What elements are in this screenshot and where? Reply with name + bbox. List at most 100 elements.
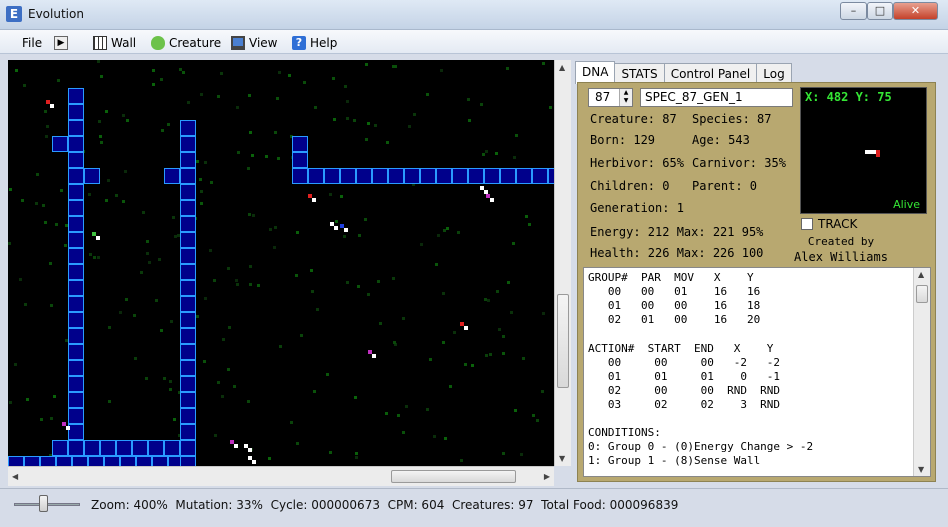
simulation-canvas[interactable] xyxy=(8,60,554,466)
dna-scrollbar[interactable]: ▲ ▼ xyxy=(913,268,930,476)
food-speck xyxy=(344,85,347,88)
world-vscroll-thumb[interactable] xyxy=(557,294,569,388)
food-speck xyxy=(413,113,416,116)
tab-control-panel[interactable]: Control Panel xyxy=(663,63,758,84)
food-speck xyxy=(335,220,338,223)
food-speck xyxy=(495,152,498,155)
track-checkbox[interactable]: TRACK xyxy=(801,217,857,231)
species-name-field[interactable]: SPEC_87_GEN_1 xyxy=(640,88,793,107)
scroll-up-icon[interactable]: ▲ xyxy=(559,63,565,72)
wall-block xyxy=(68,264,84,280)
food-speck xyxy=(200,202,203,205)
food-speck xyxy=(549,106,552,109)
food-speck xyxy=(355,456,358,459)
world-vertical-scrollbar[interactable]: ▲ ▼ xyxy=(554,60,571,466)
food-speck xyxy=(522,357,525,360)
food-speck xyxy=(49,262,52,265)
wall-block xyxy=(180,248,196,264)
food-speck xyxy=(397,414,400,417)
tab-log[interactable]: Log xyxy=(756,63,792,84)
food-speck xyxy=(392,65,395,68)
food-speck xyxy=(510,311,513,314)
food-speck xyxy=(303,81,306,84)
status-bar: Zoom: 400% Mutation: 33% Cycle: 00000067… xyxy=(0,488,948,527)
creature-segment xyxy=(234,444,238,448)
dna-scroll-thumb[interactable] xyxy=(916,285,928,303)
food-speck xyxy=(19,278,22,281)
food-speck xyxy=(100,141,103,144)
food-speck xyxy=(236,106,239,109)
food-speck xyxy=(426,408,429,411)
food-speck xyxy=(277,157,280,160)
world-hscroll-thumb[interactable] xyxy=(391,470,516,483)
tab-dna[interactable]: DNA xyxy=(575,61,616,84)
food-speck xyxy=(467,98,470,101)
menu-view[interactable]: View xyxy=(231,34,277,52)
wall-block xyxy=(356,168,372,184)
wall-block xyxy=(180,328,196,344)
wall-block xyxy=(340,168,356,184)
menu-wall[interactable]: Wall xyxy=(93,34,136,52)
food-speck xyxy=(379,322,382,325)
creature-segment xyxy=(244,444,248,448)
creature-segment xyxy=(46,100,50,104)
food-speck xyxy=(23,84,26,87)
dna-line: GROUP# PAR MOV X Y xyxy=(588,271,754,284)
food-speck xyxy=(393,341,396,344)
track-checkbox-box[interactable] xyxy=(801,218,813,230)
wall-block xyxy=(180,232,196,248)
creature-number-spinner[interactable]: 87 ▲ ▼ xyxy=(588,88,633,107)
food-speck xyxy=(100,75,103,78)
food-speck xyxy=(222,338,225,341)
close-button[interactable]: ✕ xyxy=(893,2,938,20)
wall-block xyxy=(88,456,104,466)
maximize-button[interactable]: □ xyxy=(867,2,893,20)
play-button[interactable]: ▶ xyxy=(54,34,68,52)
wall-block xyxy=(292,136,308,152)
food-speck xyxy=(122,114,125,117)
food-speck xyxy=(248,94,251,97)
food-speck xyxy=(437,234,440,237)
food-speck xyxy=(346,100,349,103)
wall-block xyxy=(500,168,516,184)
dna-scroll-down-icon[interactable]: ▼ xyxy=(918,465,924,474)
zoom-slider-thumb[interactable] xyxy=(39,495,48,512)
wall-block xyxy=(68,424,84,440)
food-speck xyxy=(329,451,332,454)
play-icon: ▶ xyxy=(54,36,68,50)
menu-wall-label: Wall xyxy=(111,36,137,50)
menu-file[interactable]: File xyxy=(22,34,42,52)
scroll-down-icon[interactable]: ▼ xyxy=(559,454,565,463)
viewer-creature-head xyxy=(876,150,880,157)
food-speck xyxy=(236,283,239,286)
food-speck xyxy=(200,93,203,96)
wall-block xyxy=(68,392,84,408)
food-speck xyxy=(513,156,516,159)
status-text: Zoom: 400% Mutation: 33% Cycle: 00000067… xyxy=(91,498,678,512)
food-speck xyxy=(24,303,27,306)
food-speck xyxy=(46,125,49,128)
wall-block xyxy=(180,344,196,360)
dna-listing[interactable]: GROUP# PAR MOV X Y 00 00 01 16 16 01 00 … xyxy=(583,267,931,477)
spinner-arrows-icon[interactable]: ▲ ▼ xyxy=(619,89,632,106)
food-speck xyxy=(105,199,108,202)
food-speck xyxy=(88,193,91,196)
food-speck xyxy=(97,256,100,259)
world-horizontal-scrollbar[interactable]: ◀ ▶ xyxy=(8,466,554,486)
menu-creature[interactable]: Creature xyxy=(151,34,221,52)
food-speck xyxy=(485,150,488,153)
wall-block xyxy=(68,120,84,136)
food-speck xyxy=(429,358,432,361)
food-speck xyxy=(489,353,492,356)
minimize-button[interactable]: – xyxy=(840,2,867,20)
food-speck xyxy=(227,368,230,371)
dna-scroll-up-icon[interactable]: ▲ xyxy=(918,270,924,279)
food-speck xyxy=(97,60,100,63)
creature-segment xyxy=(248,456,252,460)
food-speck xyxy=(134,357,137,360)
menu-help[interactable]: ? Help xyxy=(292,34,337,52)
scroll-left-icon[interactable]: ◀ xyxy=(12,472,18,481)
scroll-right-icon[interactable]: ▶ xyxy=(544,472,550,481)
tab-stats[interactable]: STATS xyxy=(614,63,665,84)
food-speck xyxy=(532,414,535,417)
